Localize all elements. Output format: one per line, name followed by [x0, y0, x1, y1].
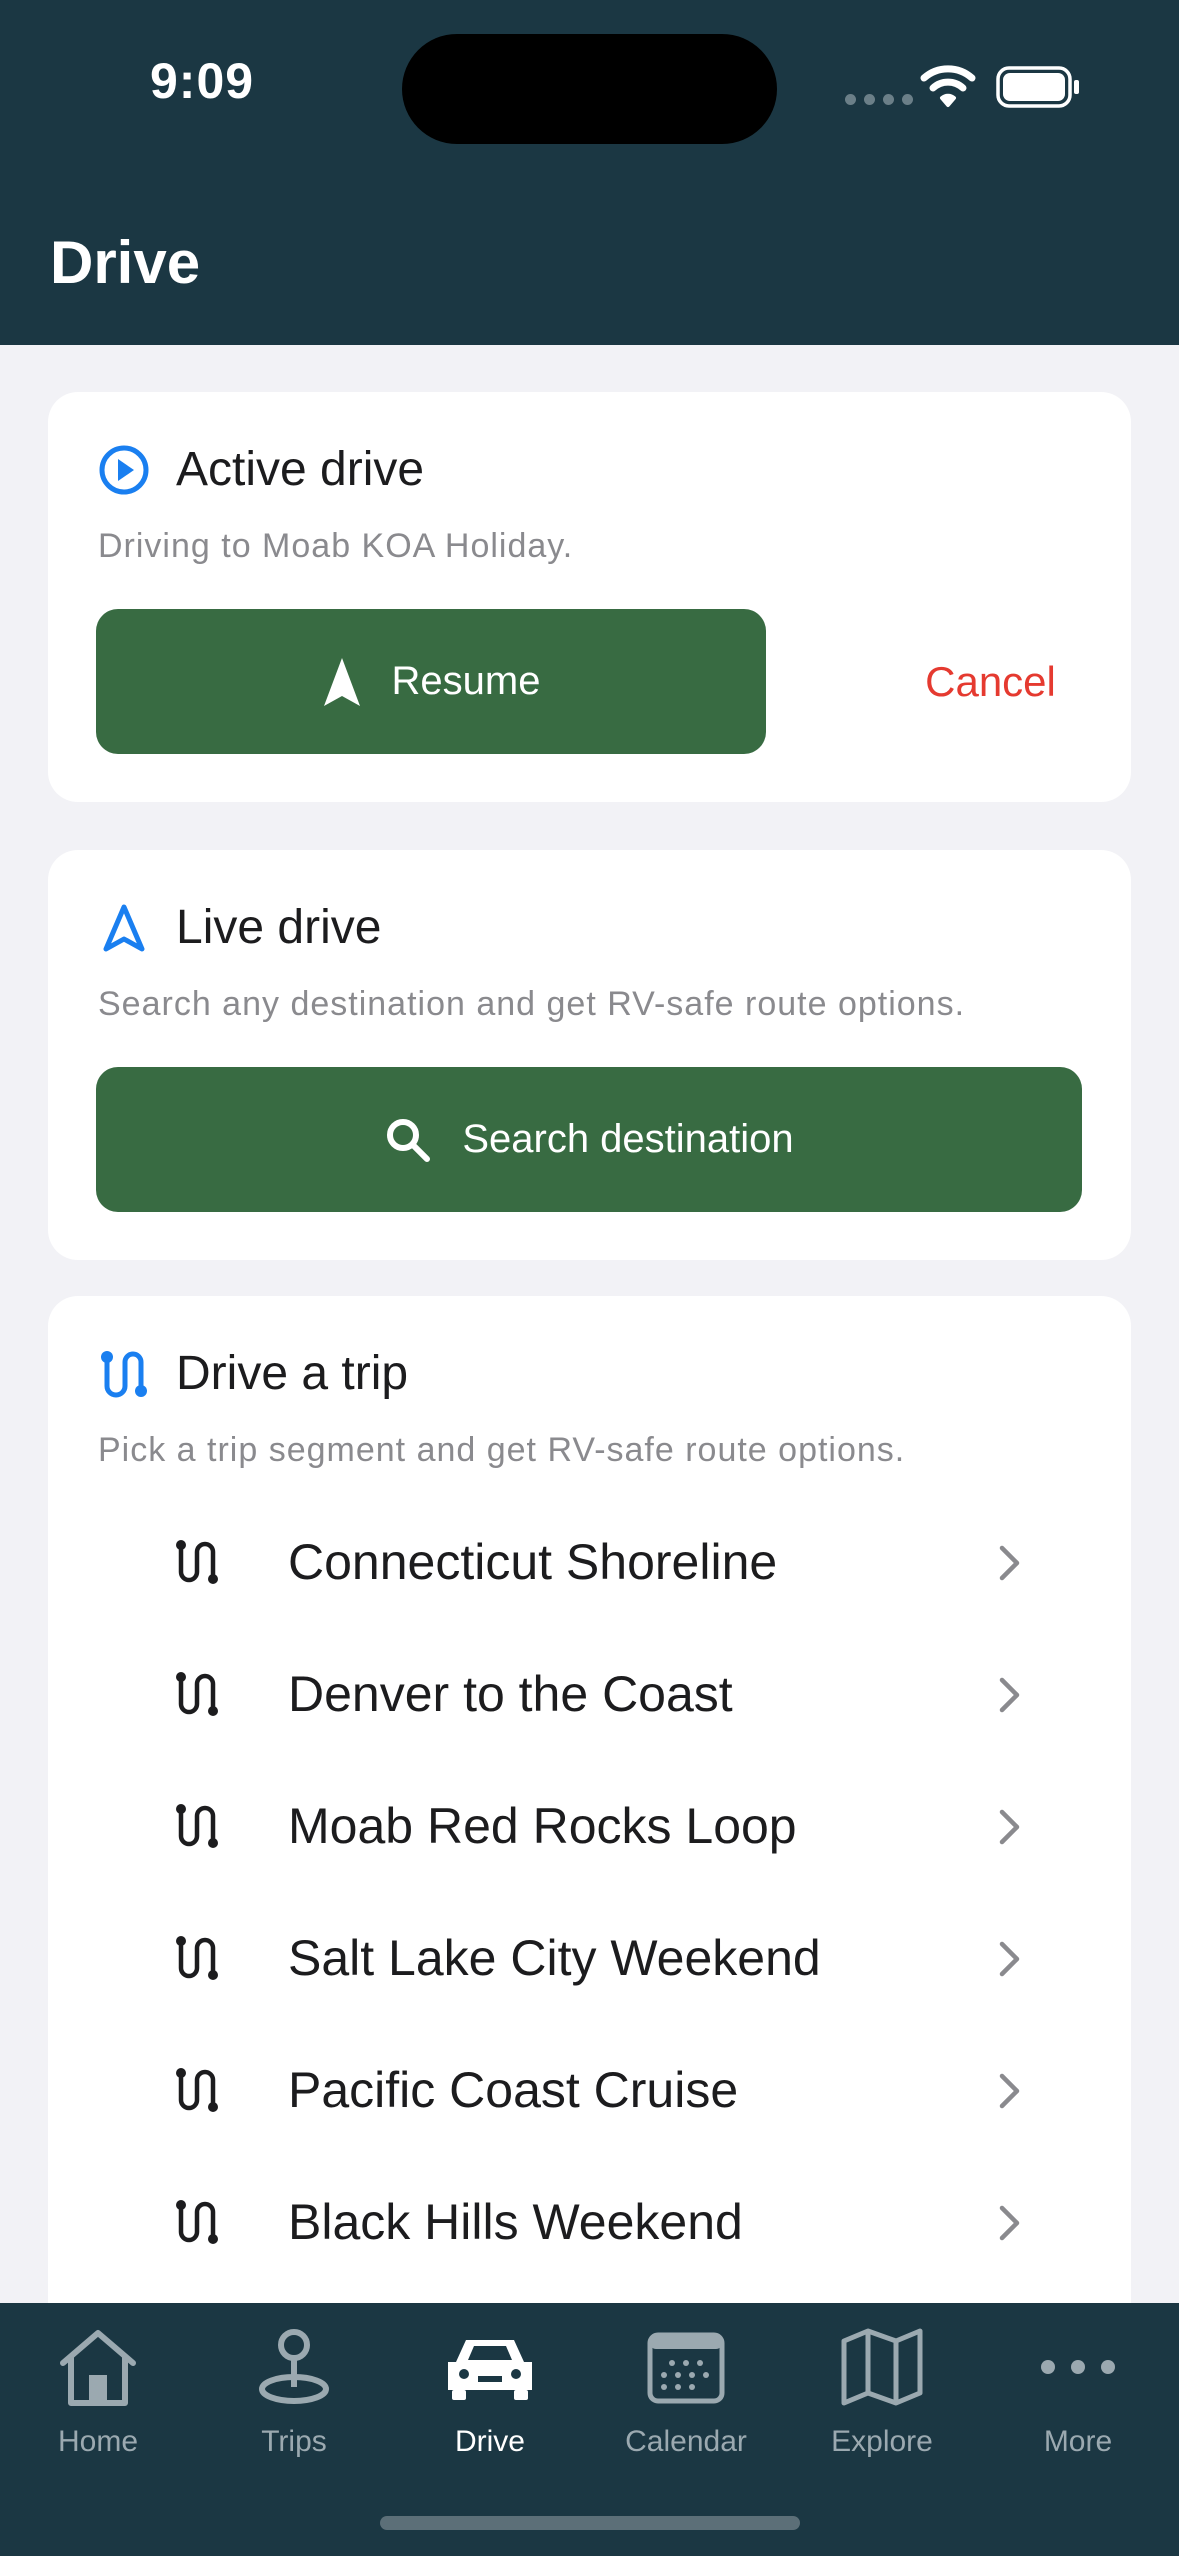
trip-label: Connecticut Shoreline — [288, 1534, 778, 1590]
drive-trip-subtitle: Pick a trip segment and get RV-safe rout… — [98, 1431, 906, 1469]
tab-home-label: Home — [57, 2425, 139, 2458]
trip-list: Connecticut Shoreline Denver to the Coas… — [48, 1496, 1131, 2288]
drive-trip-heading: Drive a trip — [98, 1346, 408, 1401]
search-destination-button[interactable]: Search destination — [96, 1067, 1082, 1212]
trip-item[interactable]: Connecticut Shoreline — [48, 1496, 1131, 1628]
tab-calendar[interactable]: Calendar — [588, 2317, 784, 2477]
cancel-button-label: Cancel — [925, 657, 1056, 705]
active-drive-subtitle: Driving to Moab KOA Holiday. — [98, 527, 574, 565]
trip-label: Salt Lake City Weekend — [288, 1930, 821, 1986]
cellular-signal-icon — [845, 94, 913, 105]
tab-more[interactable]: More — [980, 2317, 1176, 2477]
route-icon — [176, 2068, 218, 2112]
chevron-right-icon — [999, 2205, 1020, 2241]
route-icon — [176, 1672, 218, 1716]
tab-explore[interactable]: Explore — [784, 2317, 980, 2477]
tab-calendar-label: Calendar — [625, 2425, 747, 2458]
tab-trips-label: Trips — [261, 2425, 327, 2458]
tab-bar: Home Trips Drive Calendar Explore More — [0, 2303, 1179, 2556]
map-pin-icon — [259, 2329, 329, 2404]
trip-item[interactable]: Black Hills Weekend — [48, 2156, 1131, 2288]
battery-icon — [996, 66, 1079, 108]
trip-label: Moab Red Rocks Loop — [288, 1798, 797, 1854]
resume-button-label: Resume — [391, 659, 541, 703]
active-drive-card: Active drive Driving to Moab KOA Holiday… — [48, 392, 1131, 802]
chevron-right-icon — [999, 1809, 1020, 1845]
navigation-arrow-icon — [323, 657, 360, 706]
route-icon — [176, 2200, 218, 2244]
tab-drive-label: Drive — [454, 2425, 525, 2458]
wifi-icon — [920, 65, 976, 107]
cancel-button[interactable]: Cancel — [848, 609, 1133, 754]
live-drive-heading: Live drive — [98, 900, 381, 955]
trip-label: Black Hills Weekend — [288, 2194, 743, 2250]
car-icon — [448, 2340, 532, 2400]
trip-item[interactable]: Denver to the Coast — [48, 1628, 1131, 1760]
drive-trip-card: Drive a trip Pick a trip segment and get… — [48, 1296, 1131, 2376]
active-drive-title: Active drive — [176, 443, 425, 496]
calendar-icon — [647, 2332, 725, 2404]
chevron-right-icon — [999, 2073, 1020, 2109]
home-indicator — [380, 2516, 800, 2530]
tab-trips[interactable]: Trips — [196, 2317, 392, 2477]
trip-item[interactable]: Pacific Coast Cruise — [48, 2024, 1131, 2156]
route-icon — [176, 1540, 218, 1584]
navigation-outline-icon — [103, 904, 145, 951]
trip-label: Pacific Coast Cruise — [288, 2062, 739, 2118]
route-icon — [101, 1350, 147, 1397]
app-header: 9:09 Drive — [0, 0, 1179, 345]
live-drive-card: Live drive Search any destination and ge… — [48, 850, 1131, 1260]
tab-more-label: More — [1043, 2425, 1113, 2458]
search-destination-label: Search destination — [462, 1117, 794, 1161]
route-icon — [176, 1936, 218, 1980]
chevron-right-icon — [999, 1677, 1020, 1713]
trip-item[interactable]: Moab Red Rocks Loop — [48, 1760, 1131, 1892]
live-drive-subtitle: Search any destination and get RV-safe r… — [98, 985, 966, 1023]
status-time: 9:09 — [150, 53, 255, 109]
search-icon — [387, 1118, 431, 1162]
drive-trip-title: Drive a trip — [176, 1347, 409, 1400]
tab-drive[interactable]: Drive — [392, 2317, 588, 2477]
map-icon — [841, 2328, 923, 2406]
chevron-right-icon — [999, 1941, 1020, 1977]
chevron-right-icon — [999, 1545, 1020, 1581]
page-title: Drive — [50, 229, 201, 296]
route-icon — [176, 1804, 218, 1848]
ellipsis-icon — [1041, 2360, 1115, 2374]
house-icon — [60, 2330, 136, 2406]
tab-home[interactable]: Home — [0, 2317, 196, 2477]
tab-explore-label: Explore — [831, 2425, 933, 2458]
resume-button[interactable]: Resume — [96, 609, 766, 754]
dynamic-island — [402, 34, 777, 144]
trip-item[interactable]: Salt Lake City Weekend — [48, 1892, 1131, 2024]
trip-label: Denver to the Coast — [288, 1666, 733, 1722]
active-drive-heading: Active drive — [98, 442, 424, 497]
play-circle-icon — [99, 445, 149, 494]
live-drive-title: Live drive — [176, 901, 382, 954]
